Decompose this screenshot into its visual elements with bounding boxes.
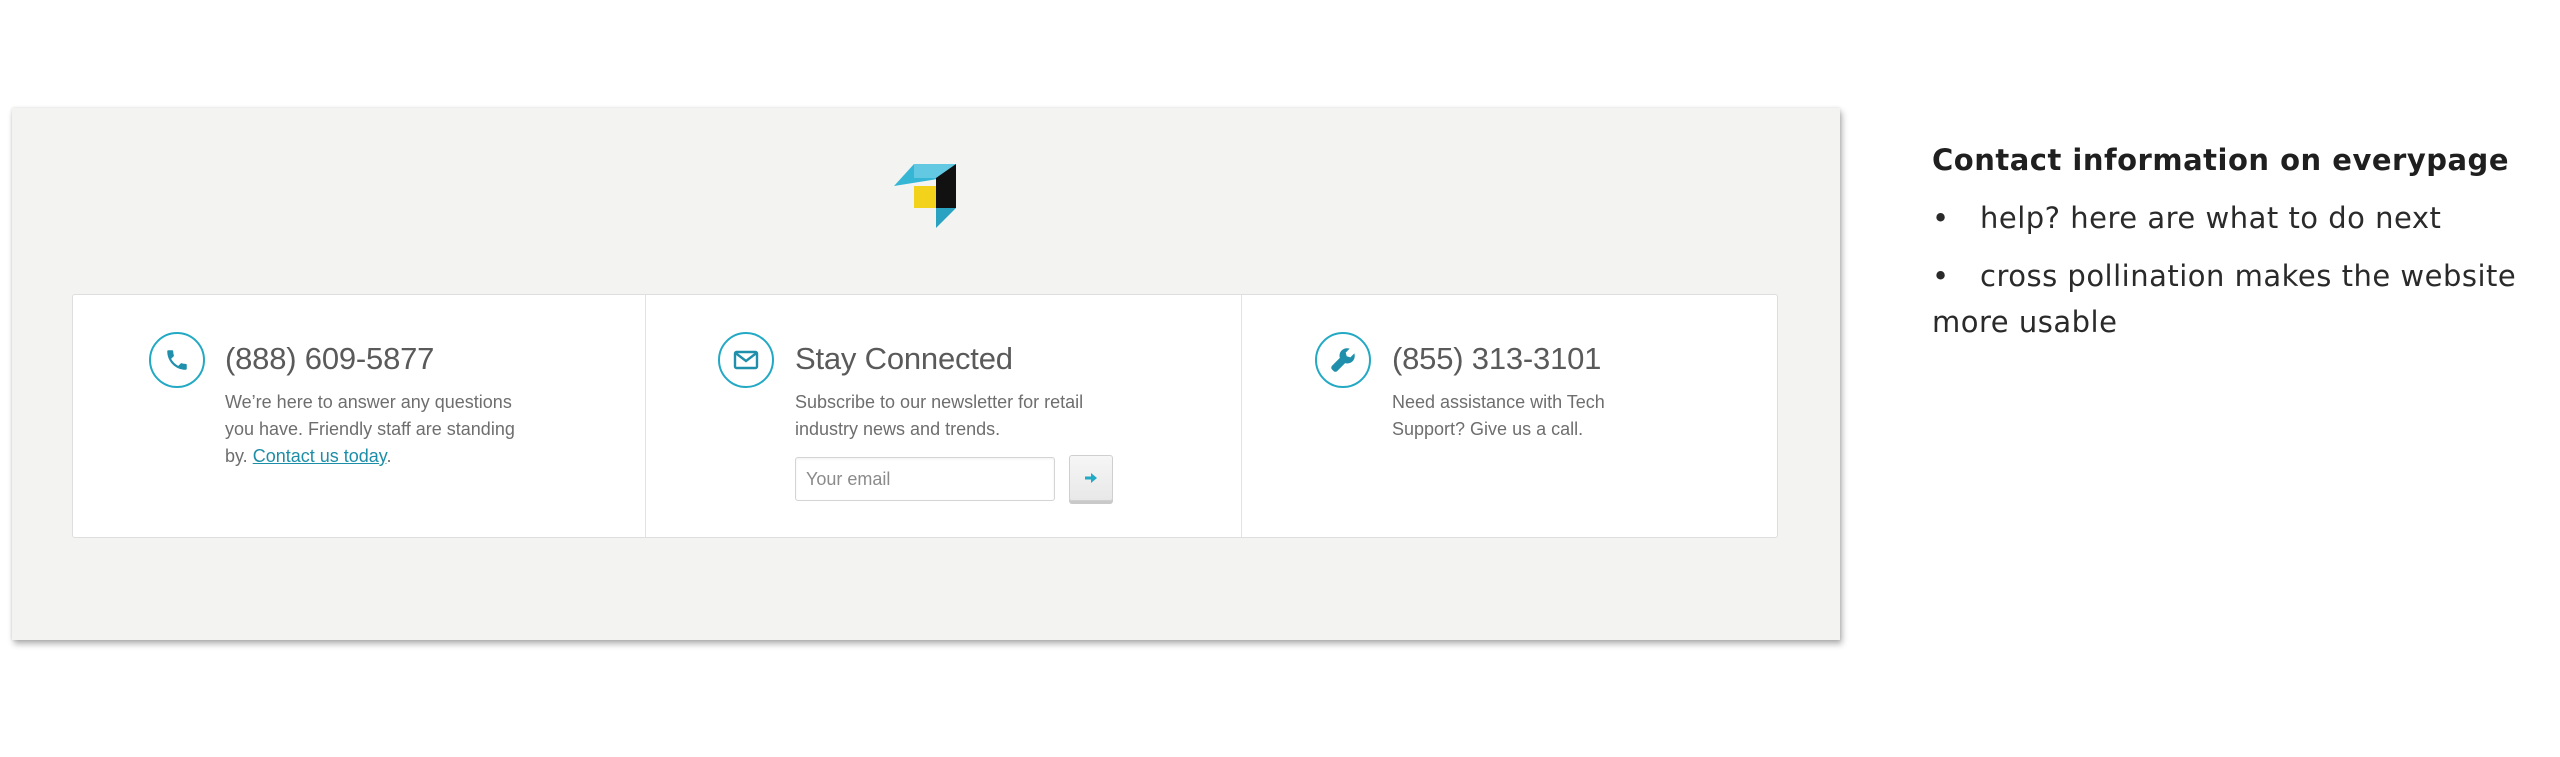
brand-logo-icon[interactable] bbox=[894, 164, 956, 228]
bullet: • bbox=[1932, 259, 1950, 293]
canvas: (888) 609-5877 We’re here to answer any … bbox=[0, 0, 2560, 757]
newsletter-description: Subscribe to our newsletter for retail i… bbox=[795, 392, 1084, 439]
footer-screenshot: (888) 609-5877 We’re here to answer any … bbox=[12, 108, 1840, 640]
contact-us-link[interactable]: Contact us today bbox=[253, 446, 387, 466]
phone-icon bbox=[149, 332, 205, 388]
envelope-icon bbox=[718, 332, 774, 388]
sales-description: We’re here to answer any questions you h… bbox=[225, 389, 525, 470]
note-text: cross pollination makes the website more… bbox=[1932, 259, 2517, 339]
tech-support-column: (855) 313-3101 Need assistance with Tech… bbox=[1242, 295, 1779, 537]
newsletter-title: Stay Connected bbox=[795, 341, 1013, 376]
email-input[interactable] bbox=[795, 457, 1055, 501]
notes-heading: Contact information on everypage bbox=[1932, 143, 2509, 177]
contact-card: (888) 609-5877 We’re here to answer any … bbox=[72, 294, 1778, 538]
note-text: help? here are what to do next bbox=[1980, 201, 2442, 235]
wrench-icon bbox=[1315, 332, 1371, 388]
support-description: Need assistance with Tech Support? Give … bbox=[1392, 392, 1605, 439]
annotation-notes: Contact information on everypage • help? … bbox=[1932, 143, 2552, 357]
list-item: • help? here are what to do next bbox=[1932, 195, 2552, 241]
support-phone-number: (855) 313-3101 bbox=[1392, 341, 1602, 376]
sales-phone-number: (888) 609-5877 bbox=[225, 341, 435, 376]
sales-phone-column: (888) 609-5877 We’re here to answer any … bbox=[73, 295, 645, 537]
bullet: • bbox=[1932, 201, 1950, 235]
arrow-right-icon bbox=[1085, 473, 1097, 483]
newsletter-column: Stay Connected Subscribe to our newslett… bbox=[646, 295, 1241, 537]
subscribe-submit-button[interactable] bbox=[1069, 455, 1113, 501]
list-item: • cross pollination makes the website mor… bbox=[1932, 253, 2552, 345]
notes-list: • help? here are what to do next • cross p… bbox=[1932, 195, 2552, 345]
link-suffix: . bbox=[386, 446, 392, 466]
